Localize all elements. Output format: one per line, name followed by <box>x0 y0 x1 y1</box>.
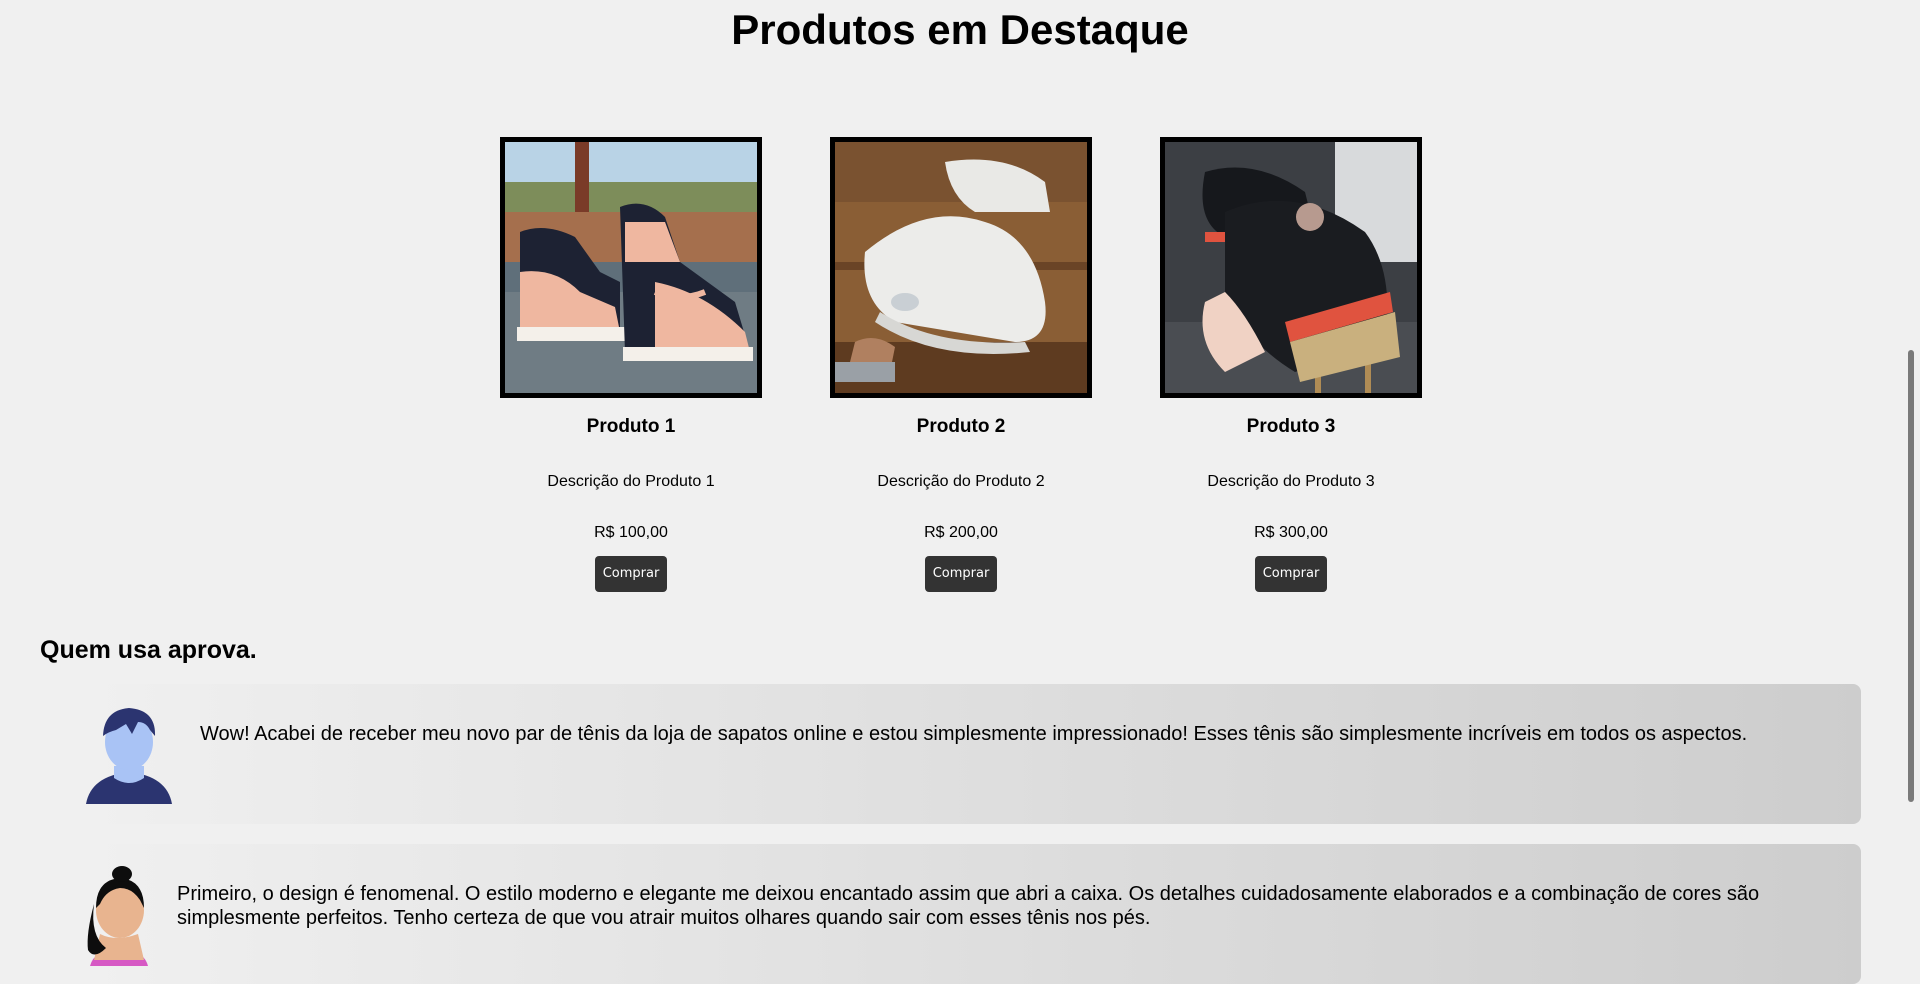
product-name: Produto 2 <box>916 416 1006 437</box>
female-avatar-icon <box>87 866 148 966</box>
product-card: Produto 3 Descrição do Produto 3 R$ 300,… <box>1160 137 1422 592</box>
product-price: R$ 100,00 <box>594 524 668 541</box>
male-avatar-icon <box>86 708 172 804</box>
scrollbar-thumb[interactable] <box>1908 350 1914 802</box>
product-card: Produto 2 Descrição do Produto 2 R$ 200,… <box>830 137 1092 592</box>
product-image[interactable] <box>500 137 762 398</box>
product-name: Produto 1 <box>586 416 676 437</box>
buy-button[interactable]: Comprar <box>595 556 667 592</box>
product-price: R$ 200,00 <box>924 524 998 541</box>
product-description: Descrição do Produto 3 <box>1207 473 1375 490</box>
testimonial-card: Primeiro, o design é fenomenal. O estilo… <box>80 844 1861 984</box>
product-description: Descrição do Produto 2 <box>877 473 1045 490</box>
product-card: Produto 1 Descrição do Produto 1 R$ 100,… <box>500 137 762 592</box>
buy-button[interactable]: Comprar <box>925 556 997 592</box>
buy-button[interactable]: Comprar <box>1255 556 1327 592</box>
product-price: R$ 300,00 <box>1254 524 1328 541</box>
scrollbar[interactable] <box>1902 0 1920 966</box>
testimonials-title: Quem usa aprova. <box>40 636 257 664</box>
product-image[interactable] <box>830 137 1092 398</box>
testimonial-text: Primeiro, o design é fenomenal. O estilo… <box>177 883 1760 929</box>
testimonial-text: Wow! Acabei de receber meu novo par de t… <box>200 723 1748 745</box>
product-name: Produto 3 <box>1246 416 1336 437</box>
page-title: Produtos em Destaque <box>731 6 1189 53</box>
product-image[interactable] <box>1160 137 1422 398</box>
testimonial-card: Wow! Acabei de receber meu novo par de t… <box>80 684 1861 824</box>
product-description: Descrição do Produto 1 <box>547 473 715 490</box>
